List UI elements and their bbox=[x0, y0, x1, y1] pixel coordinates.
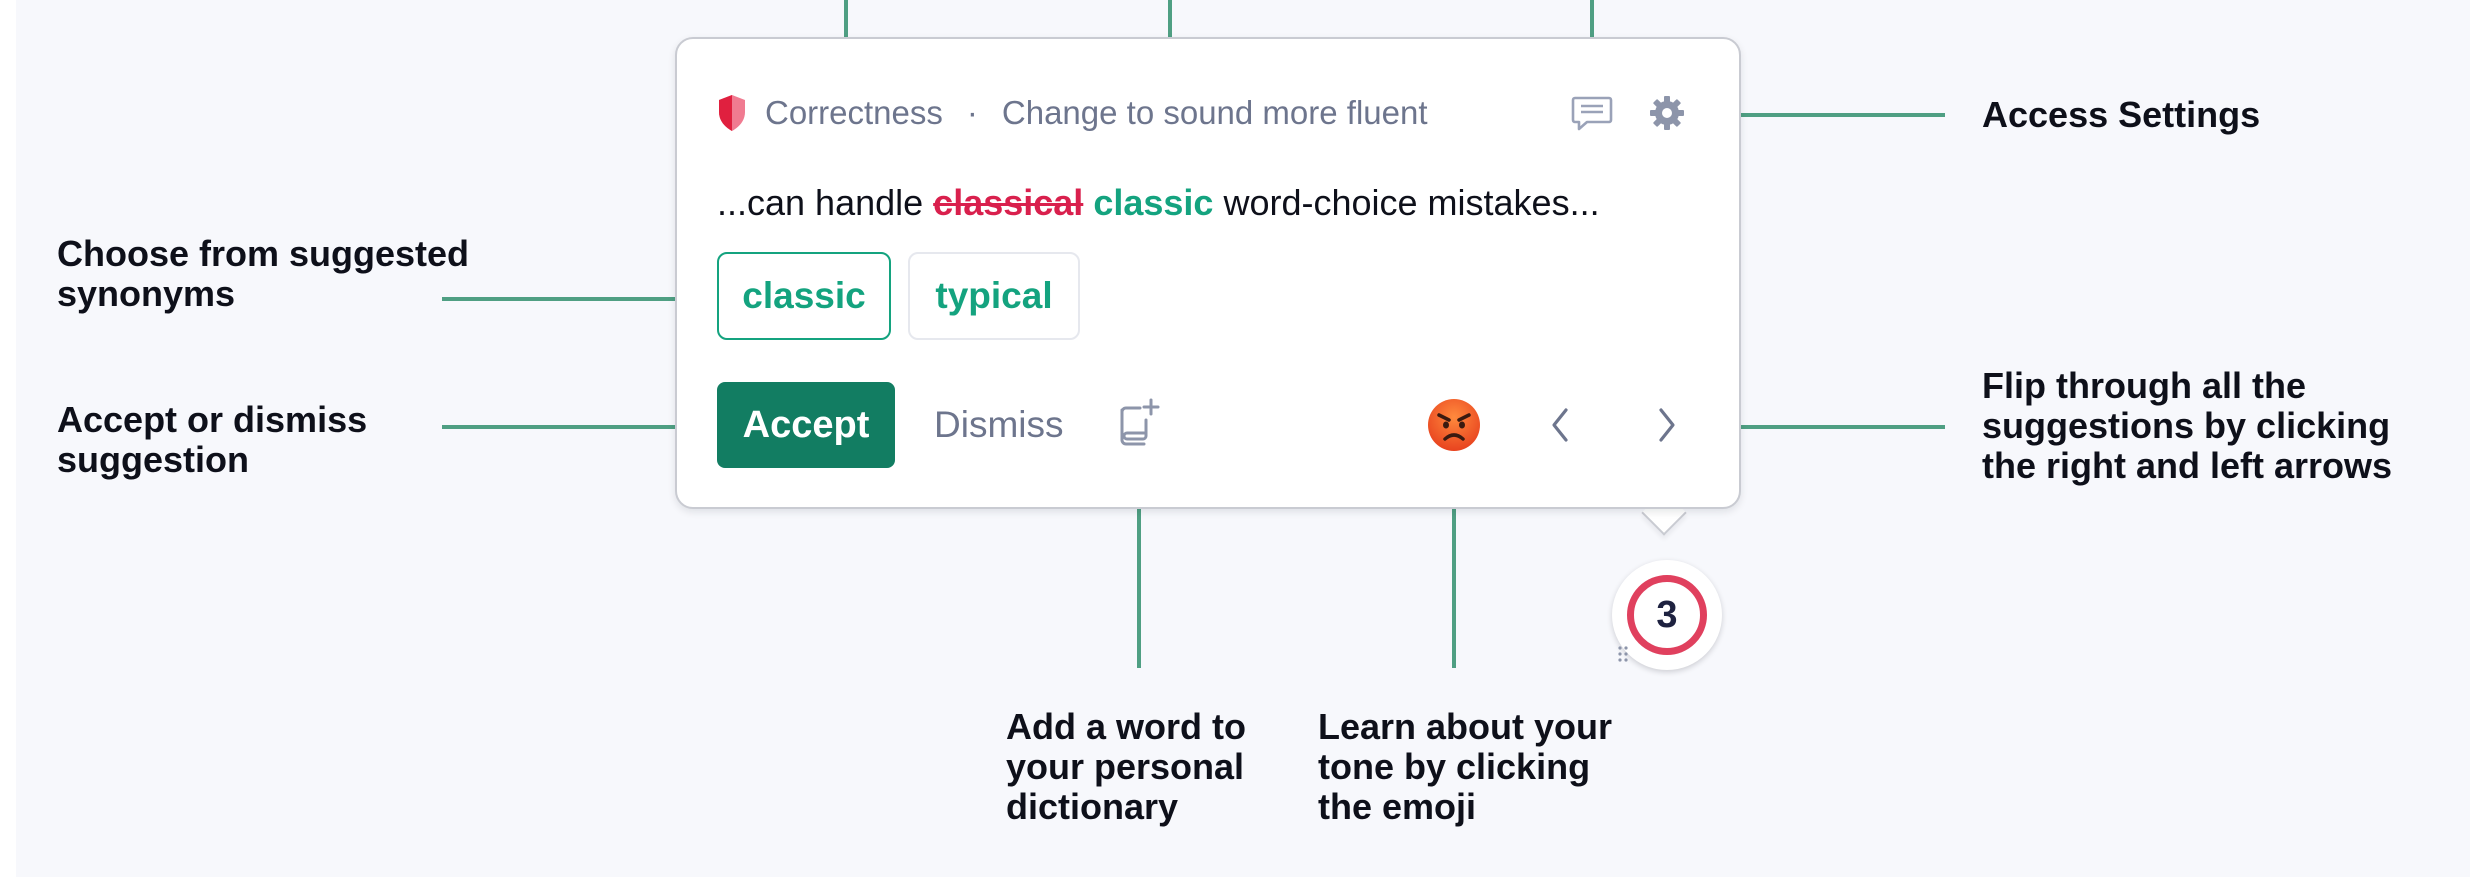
annotation-add-word: Add a word to your personal dictionary bbox=[1006, 706, 1246, 827]
annotation-flip-suggestions: Flip through all the suggestions by clic… bbox=[1982, 365, 2393, 486]
add-to-dictionary-icon[interactable] bbox=[1118, 398, 1160, 448]
sentence-after: word-choice mistakes... bbox=[1213, 182, 1600, 223]
inserted-word: classic bbox=[1093, 182, 1214, 223]
dismiss-button[interactable]: Dismiss bbox=[934, 382, 1063, 468]
annotation-access-settings: Access Settings bbox=[1982, 94, 2261, 135]
card-pointer-join bbox=[1635, 490, 1693, 507]
synonym-chip-classic[interactable]: classic bbox=[717, 252, 891, 340]
connector-line-synonyms bbox=[442, 297, 694, 301]
connector-line-tone bbox=[1452, 492, 1456, 668]
annotation-learn-tone: Learn about your tone by clicking the em… bbox=[1318, 706, 1613, 827]
angry-face-emoji[interactable] bbox=[1427, 398, 1481, 452]
suggestion-header: Correctness · Change to sound more fluen… bbox=[717, 88, 1428, 138]
suggestion-description: Change to sound more fluent bbox=[1001, 94, 1428, 131]
category-label: Correctness bbox=[765, 94, 943, 131]
shield-icon bbox=[719, 95, 745, 131]
gear-icon[interactable] bbox=[1648, 94, 1686, 132]
annotation-choose-synonyms: Choose from suggested synonyms bbox=[57, 233, 470, 314]
suggestion-count-badge[interactable]: 3 bbox=[1627, 575, 1707, 655]
chevron-left-icon[interactable] bbox=[1546, 404, 1574, 446]
connector-line-settings bbox=[1720, 113, 1945, 117]
removed-word: classical bbox=[933, 182, 1084, 223]
connector-line-dictionary bbox=[1137, 492, 1141, 668]
chevron-right-icon[interactable] bbox=[1653, 404, 1681, 446]
left-margin-strip bbox=[0, 0, 16, 877]
accept-button[interactable]: Accept bbox=[717, 382, 895, 468]
synonym-chip-typical[interactable]: typical bbox=[908, 252, 1080, 340]
connector-line-arrows bbox=[1720, 425, 1945, 429]
drag-handle-icon[interactable] bbox=[1617, 645, 1631, 663]
sentence-before: ...can handle bbox=[717, 182, 934, 223]
annotation-accept-dismiss: Accept or dismiss suggestion bbox=[57, 399, 368, 480]
suggestion-sentence: ...can handle classical classic word-cho… bbox=[717, 182, 1600, 224]
connector-line-accept-dismiss bbox=[442, 425, 694, 429]
comment-icon[interactable] bbox=[1571, 96, 1613, 132]
header-separator: · bbox=[966, 94, 978, 131]
